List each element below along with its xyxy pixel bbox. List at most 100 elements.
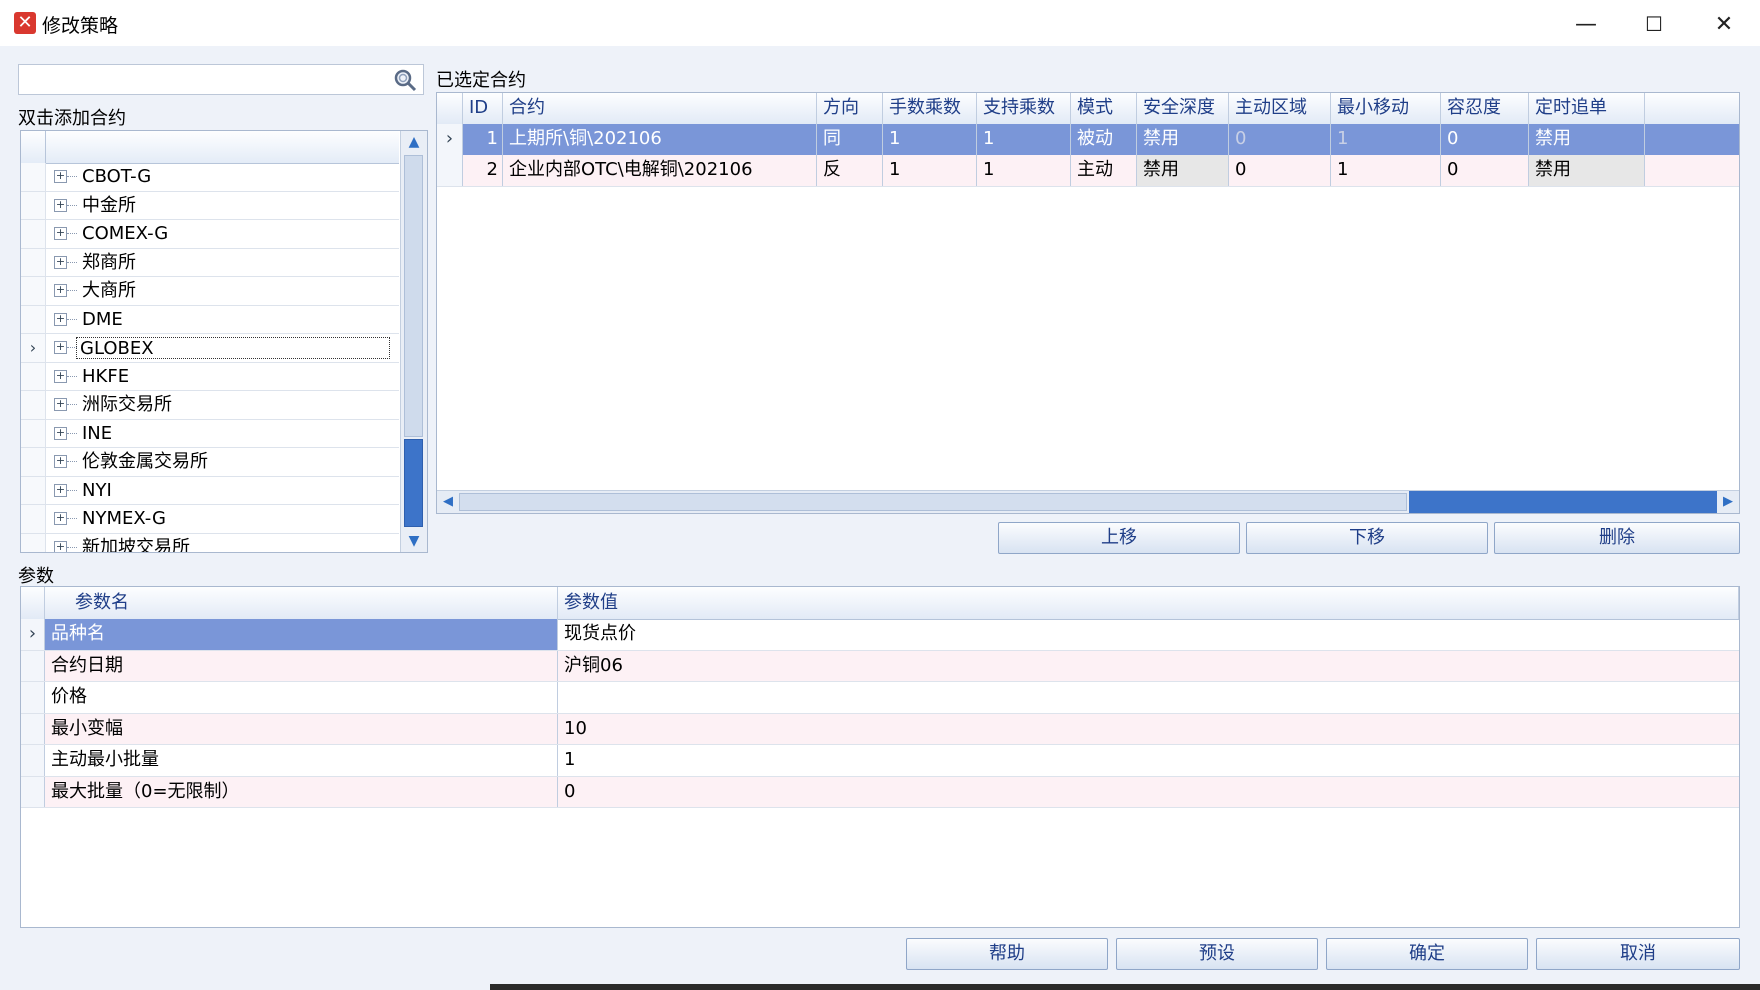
scroll-right-icon[interactable]: ▶ bbox=[1717, 491, 1739, 513]
scroll-up-icon[interactable]: ▲ bbox=[401, 131, 427, 153]
param-value[interactable]: 现货点价 bbox=[558, 619, 1739, 650]
grid-col-header[interactable]: 方向 bbox=[817, 93, 883, 124]
help-button[interactable]: 帮助 bbox=[906, 938, 1108, 970]
param-row[interactable]: 价格 bbox=[21, 682, 1739, 714]
delete-button[interactable]: 删除 bbox=[1494, 522, 1740, 554]
contract-cell-lots-mult[interactable]: 1 bbox=[883, 155, 977, 186]
param-value[interactable]: 沪铜06 bbox=[558, 651, 1739, 682]
tree-scroll-track[interactable] bbox=[404, 155, 423, 437]
maximize-button[interactable]: ☐ bbox=[1624, 6, 1684, 42]
grid-col-header[interactable]: ID bbox=[463, 93, 503, 124]
tree-scroll-thumb[interactable] bbox=[404, 439, 423, 527]
expand-icon[interactable]: + bbox=[54, 312, 67, 326]
expand-icon[interactable]: + bbox=[54, 455, 67, 468]
param-value[interactable]: 10 bbox=[558, 714, 1739, 745]
expand-icon[interactable]: + bbox=[54, 540, 67, 552]
contract-cell-direction[interactable]: 同 bbox=[817, 124, 883, 155]
param-row[interactable]: 最小变幅 10 bbox=[21, 713, 1739, 745]
param-row[interactable]: 合约日期 沪铜06 bbox=[21, 650, 1739, 682]
contract-cell-id[interactable]: 1 bbox=[463, 124, 503, 155]
contract-cell-tolerance[interactable]: 0 bbox=[1441, 155, 1529, 186]
grid-col-header[interactable]: 手数乘数 bbox=[883, 93, 977, 124]
ok-button[interactable]: 确定 bbox=[1326, 938, 1528, 970]
move-down-button[interactable]: 下移 bbox=[1246, 522, 1488, 554]
move-up-button[interactable]: 上移 bbox=[998, 522, 1240, 554]
param-value[interactable]: 0 bbox=[558, 777, 1739, 808]
contract-cell-support-mult[interactable]: 1 bbox=[977, 155, 1071, 186]
grid-col-header[interactable]: 容忍度 bbox=[1441, 93, 1529, 124]
tree-item[interactable]: + COMEX-G bbox=[21, 220, 399, 249]
contract-cell-contract[interactable]: 上期所\铜\202106 bbox=[503, 124, 817, 155]
grid-hscroll-thumb[interactable] bbox=[1409, 491, 1717, 513]
contract-row[interactable]: › 1 上期所\铜\202106 同 1 1 被动 禁用 0 1 0 禁用 bbox=[437, 124, 1739, 156]
close-button[interactable]: ✕ bbox=[1694, 6, 1754, 42]
scroll-left-icon[interactable]: ◀ bbox=[437, 491, 459, 513]
tree-item[interactable]: + INE bbox=[21, 419, 399, 448]
tree-item[interactable]: + 中金所 bbox=[21, 191, 399, 220]
contract-cell-tolerance[interactable]: 0 bbox=[1441, 124, 1529, 155]
expand-icon[interactable]: + bbox=[54, 255, 67, 269]
contract-cell-active-zone[interactable]: 0 bbox=[1229, 155, 1331, 186]
contract-cell-safe-depth[interactable]: 禁用 bbox=[1137, 155, 1229, 186]
expand-icon[interactable]: + bbox=[54, 398, 67, 411]
tree-item[interactable]: › + GLOBEX bbox=[21, 334, 399, 363]
grid-col-header[interactable]: 主动区域 bbox=[1229, 93, 1331, 124]
contract-row[interactable]: 2 企业内部OTC\电解铜\202106 反 1 1 主动 禁用 0 1 0 禁用 bbox=[437, 155, 1739, 187]
params-col-name[interactable]: 参数名 bbox=[45, 587, 558, 619]
contract-cell-safe-depth[interactable]: 禁用 bbox=[1137, 124, 1229, 155]
contract-cell-mode[interactable]: 主动 bbox=[1071, 155, 1137, 186]
grid-col-header[interactable]: 定时追单 bbox=[1529, 93, 1645, 124]
params-col-value[interactable]: 参数值 bbox=[558, 587, 1739, 619]
expand-icon[interactable]: + bbox=[54, 170, 67, 183]
contract-cell-mode[interactable]: 被动 bbox=[1071, 124, 1137, 155]
expand-icon[interactable]: + bbox=[54, 227, 67, 240]
tree-scrollbar[interactable]: ▲ ▼ bbox=[400, 131, 427, 552]
contract-cell-contract[interactable]: 企业内部OTC\电解铜\202106 bbox=[503, 155, 817, 186]
grid-col-header[interactable]: 支持乘数 bbox=[977, 93, 1071, 124]
contract-cell-direction[interactable]: 反 bbox=[817, 155, 883, 186]
contract-cell-timed-chase[interactable]: 禁用 bbox=[1529, 124, 1645, 155]
tree-item[interactable]: + 郑商所 bbox=[21, 248, 399, 277]
grid-col-header[interactable]: 最小移动 bbox=[1331, 93, 1441, 124]
tree-item[interactable]: + 大商所 bbox=[21, 277, 399, 306]
cancel-button[interactable]: 取消 bbox=[1536, 938, 1740, 970]
expand-icon[interactable]: + bbox=[54, 369, 67, 383]
param-row[interactable]: › 品种名 现货点价 bbox=[21, 619, 1739, 651]
contract-cell-min-move[interactable]: 1 bbox=[1331, 155, 1441, 186]
tree-item[interactable]: + NYMEX-G bbox=[21, 505, 399, 534]
param-value[interactable] bbox=[558, 682, 1739, 713]
contract-cell-lots-mult[interactable]: 1 bbox=[883, 124, 977, 155]
expand-icon[interactable]: + bbox=[54, 512, 67, 525]
expand-icon[interactable]: + bbox=[54, 426, 67, 440]
grid-col-header[interactable]: 安全深度 bbox=[1137, 93, 1229, 124]
contract-cell-active-zone[interactable]: 0 bbox=[1229, 124, 1331, 155]
grid-col-header[interactable]: 合约 bbox=[503, 93, 817, 124]
contract-cell-support-mult[interactable]: 1 bbox=[977, 124, 1071, 155]
scroll-down-icon[interactable]: ▼ bbox=[401, 530, 427, 552]
contract-cell-id[interactable]: 2 bbox=[463, 155, 503, 186]
expand-icon[interactable]: + bbox=[54, 198, 67, 212]
contract-cell-min-move[interactable]: 1 bbox=[1331, 124, 1441, 155]
grid-col-header[interactable]: 模式 bbox=[1071, 93, 1137, 124]
tree-item[interactable]: + 新加坡交易所 bbox=[21, 533, 399, 552]
tree-item[interactable]: + 洲际交易所 bbox=[21, 391, 399, 420]
tree-item[interactable]: + CBOT-G bbox=[21, 163, 399, 192]
search-icon[interactable] bbox=[393, 68, 417, 92]
tree-item-label: 大商所 bbox=[82, 280, 136, 301]
expand-icon[interactable]: + bbox=[54, 284, 67, 297]
expand-icon[interactable]: + bbox=[54, 341, 67, 354]
search-input[interactable] bbox=[18, 64, 424, 95]
param-value[interactable]: 1 bbox=[558, 745, 1739, 776]
grid-hscroll-track[interactable] bbox=[459, 493, 1407, 511]
tree-item[interactable]: + 伦敦金属交易所 bbox=[21, 448, 399, 477]
minimize-button[interactable]: — bbox=[1556, 6, 1616, 42]
tree-item[interactable]: + DME bbox=[21, 305, 399, 334]
param-row[interactable]: 主动最小批量 1 bbox=[21, 745, 1739, 777]
preset-button[interactable]: 预设 bbox=[1116, 938, 1318, 970]
tree-item[interactable]: + NYI bbox=[21, 476, 399, 505]
tree-item[interactable]: + HKFE bbox=[21, 362, 399, 391]
contract-cell-timed-chase[interactable]: 禁用 bbox=[1529, 155, 1645, 186]
grid-hscrollbar[interactable]: ◀ ▶ bbox=[437, 490, 1739, 513]
expand-icon[interactable]: + bbox=[54, 483, 67, 497]
param-row[interactable]: 最大批量（0=无限制） 0 bbox=[21, 776, 1739, 808]
